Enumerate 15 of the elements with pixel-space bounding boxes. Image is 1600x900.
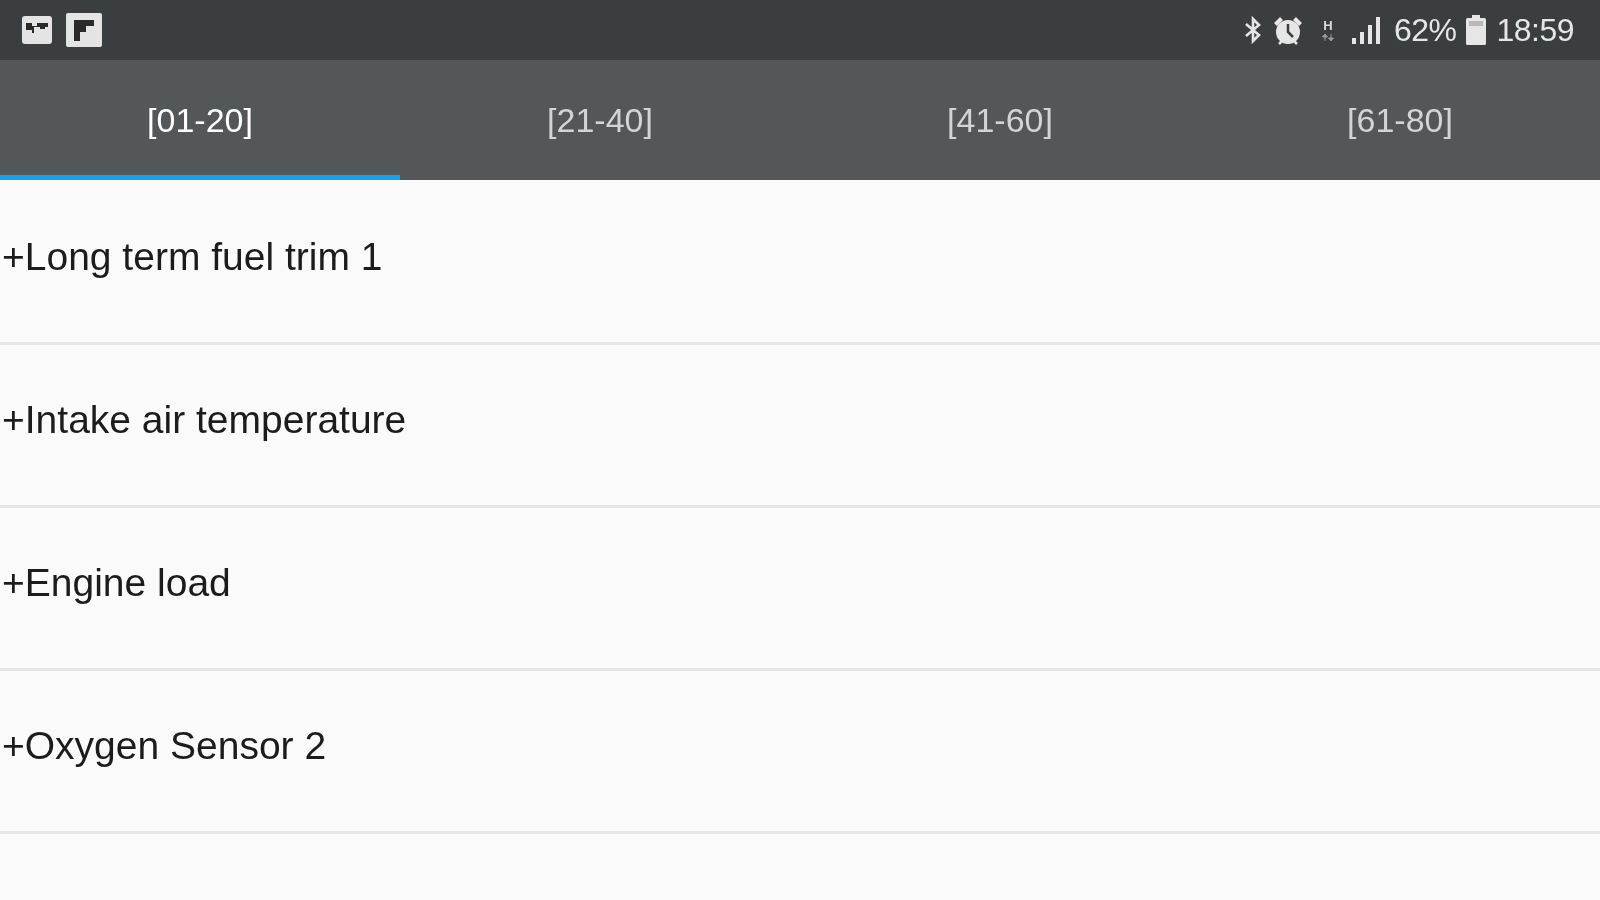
battery-percentage: 62% <box>1393 14 1457 46</box>
bluetooth-icon <box>1243 15 1262 45</box>
tab[interactable]: [41-60] <box>800 60 1200 180</box>
network-type-label: H <box>1323 19 1333 32</box>
tab[interactable]: [61-80] <box>1200 60 1600 180</box>
tab[interactable]: [21-40] <box>400 60 800 180</box>
list-item-label[interactable]: +Engine load <box>0 561 231 615</box>
data-arrows-icon <box>1321 34 1334 41</box>
list-item-label[interactable]: +Intake air temperature <box>0 398 407 452</box>
image-icon <box>22 16 52 44</box>
battery-icon <box>1466 15 1487 45</box>
list-item-label[interactable]: +Long term fuel trim 1 <box>0 235 383 289</box>
logo-icon <box>66 13 102 47</box>
list-item-label[interactable]: +Oxygen Sensor 2 <box>0 724 327 778</box>
clock-time: 18:59 <box>1496 14 1574 46</box>
